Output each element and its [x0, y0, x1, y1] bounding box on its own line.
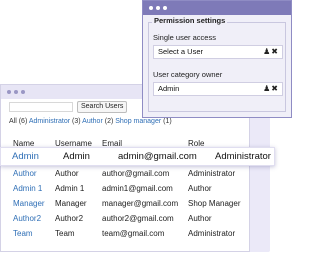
filter-author-count: (2)	[104, 118, 114, 125]
user-icon[interactable]: ♟	[263, 47, 270, 56]
user-name-link[interactable]: Author	[7, 169, 55, 178]
table-row[interactable]: Author2 Author2 author2@gmail.com Author	[7, 211, 245, 226]
user-role: Administrator	[188, 169, 236, 178]
user-username: Author2	[55, 214, 84, 223]
user-email: author@gmail.com	[102, 169, 170, 178]
role-filters: All (6) Administrator (3) Author (2) Sho…	[9, 118, 172, 125]
table-row[interactable]: Team Team team@gmail.com Administrator	[7, 226, 245, 241]
field-icons: ♟✖	[262, 83, 278, 95]
permission-settings-title: Permission settings	[152, 16, 228, 25]
field-icons: ♟✖	[262, 46, 278, 58]
window-dot	[156, 6, 160, 10]
table-row[interactable]: Admin 1 Admin 1 admin1@gmail.com Author	[7, 181, 245, 196]
user-username: Author	[55, 169, 79, 178]
category-owner-label: User category owner	[153, 70, 223, 79]
category-owner-value: Admin	[158, 84, 180, 93]
close-icon[interactable]: ✖	[271, 47, 278, 56]
user-role: Shop Manager	[188, 199, 241, 208]
user-email: team@gmail.com	[102, 229, 165, 238]
table-row[interactable]: Manager Manager manager@gmail.com Shop M…	[7, 196, 245, 211]
window-dot	[21, 90, 25, 94]
user-name-link[interactable]: Admin 1	[7, 184, 55, 193]
user-email: author2@gmail.com	[102, 214, 174, 223]
table-row[interactable]: Author Author author@gmail.com Administr…	[7, 166, 245, 181]
window-dot	[7, 90, 11, 94]
window-dot	[149, 6, 153, 10]
user-role: Administrator	[215, 151, 271, 162]
filter-administrator-count: (3)	[72, 118, 81, 125]
highlighted-user-row[interactable]: Admin Admin admin@gmail.com Administrato…	[0, 147, 275, 166]
user-role: Author	[188, 184, 212, 193]
filter-shop-manager[interactable]: Shop manager	[115, 118, 161, 125]
category-owner-select[interactable]: Admin ♟✖	[153, 82, 283, 96]
user-role: Administrator	[188, 229, 236, 238]
permission-settings-panel: Permission settings Single user access S…	[142, 0, 292, 118]
user-email: admin1@gmail.com	[102, 184, 173, 193]
user-email: manager@gmail.com	[102, 199, 179, 208]
search-users-button[interactable]: Search Users	[77, 101, 128, 113]
filter-administrator[interactable]: Administrator	[29, 118, 70, 125]
window-dot	[14, 90, 18, 94]
panel-titlebar	[143, 1, 291, 15]
filter-author[interactable]: Author	[82, 118, 103, 125]
search-input[interactable]	[9, 102, 73, 112]
user-username: Admin	[63, 151, 90, 162]
user-name-link[interactable]: Admin	[1, 151, 63, 162]
single-user-select[interactable]: Select a User ♟✖	[153, 45, 283, 59]
user-email: admin@gmail.com	[118, 151, 197, 162]
user-role: Author	[188, 214, 212, 223]
filter-all[interactable]: All (6)	[9, 118, 27, 125]
filter-shop-manager-count: (1)	[163, 118, 172, 125]
window-dot	[163, 6, 167, 10]
close-icon[interactable]: ✖	[271, 84, 278, 93]
user-username: Manager	[55, 199, 87, 208]
user-icon[interactable]: ♟	[263, 84, 270, 93]
user-name-link[interactable]: Team	[7, 229, 55, 238]
user-name-link[interactable]: Manager	[7, 199, 55, 208]
user-username: Admin 1	[55, 184, 85, 193]
user-username: Team	[55, 229, 75, 238]
user-name-link[interactable]: Author2	[7, 214, 55, 223]
single-user-value: Select a User	[158, 47, 204, 56]
single-user-label: Single user access	[153, 33, 216, 42]
